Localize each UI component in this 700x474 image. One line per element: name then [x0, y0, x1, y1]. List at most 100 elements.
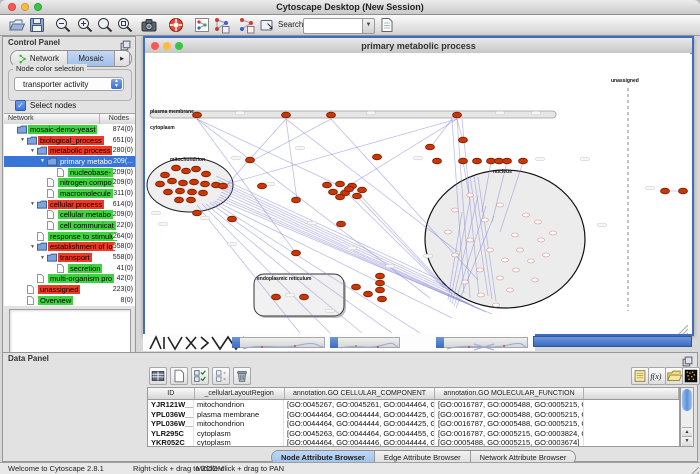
new-attribute-icon[interactable] [170, 367, 188, 385]
zoom-out-icon[interactable] [54, 16, 72, 34]
import-file-icon[interactable] [378, 16, 396, 34]
network-node[interactable] [292, 197, 301, 203]
network-node[interactable] [201, 181, 210, 187]
tab-overflow-arrow[interactable]: ▶ [115, 51, 130, 66]
network-node[interactable] [258, 183, 267, 189]
network-node[interactable] [187, 197, 196, 203]
scrollbar-thumb[interactable] [682, 389, 692, 411]
table-row-YLR295C[interactable]: YLR295Ccytoplasm[GO:0045263, GO:0044464,… [148, 429, 679, 439]
network-node[interactable] [199, 190, 208, 196]
tree-row-primary-metabo[interactable]: ▼primary metabo209(... [4, 156, 135, 167]
unselect-attributes-icon[interactable] [212, 367, 230, 385]
tree-row-overview[interactable]: Overview8(0) [4, 295, 135, 306]
scroll-down-icon[interactable]: ▼ [682, 436, 692, 446]
tree-row-mosaic-demo-yeast[interactable]: mosaic-demo-yeast874(0) [4, 124, 135, 135]
network-node[interactable] [519, 158, 528, 164]
table-scrollbar[interactable]: ▲ ▼ [680, 387, 694, 447]
network-node[interactable] [378, 296, 387, 302]
network-node[interactable] [353, 193, 362, 199]
network-node[interactable] [219, 183, 228, 189]
network-window-titlebar[interactable]: primary metabolic process [145, 38, 692, 54]
zoom-fit-icon[interactable] [96, 16, 114, 34]
network-node[interactable] [179, 180, 188, 186]
network-node[interactable] [246, 157, 255, 163]
column-header-2[interactable]: annotation.GO CELLULAR_COMPONENT [285, 388, 436, 399]
select-attributes-icon[interactable] [191, 367, 209, 385]
tree-row-response-to-stimulu[interactable]: response to stimulu264(0) [4, 231, 135, 242]
tree-row-metabolic-process[interactable]: ▼metabolic process280(0) [4, 145, 135, 156]
select-nodes-checkbox[interactable]: ✓ [15, 100, 26, 111]
tree-row-nucleobase-[interactable]: nucleobase-209(0) [4, 167, 135, 178]
attribute-table-icon[interactable] [149, 367, 167, 385]
network-node[interactable] [175, 197, 184, 203]
network-node[interactable] [164, 189, 173, 195]
help-ring-icon[interactable] [167, 16, 185, 34]
disclosure-triangle-icon[interactable]: ▼ [40, 255, 47, 261]
tree-header-network[interactable]: Network [8, 115, 34, 122]
disclosure-triangle-icon[interactable]: ▼ [30, 148, 37, 154]
network-node[interactable] [282, 112, 291, 118]
network-node[interactable] [190, 179, 199, 185]
network-node[interactable] [292, 250, 301, 256]
camera-icon[interactable] [140, 16, 158, 34]
column-header-3[interactable]: annotation.GO MOLECULAR_FUNCTION [435, 388, 584, 399]
network-node[interactable] [337, 221, 346, 227]
app-titlebar[interactable]: Cytoscape Desktop (New Session) [0, 0, 700, 15]
vizmapper-edge-icon[interactable] [238, 16, 256, 34]
network-canvas[interactable]: plasma membrane cytoplasm mitochondrion … [145, 53, 690, 334]
column-header-1[interactable]: _cellularLayoutRegion [195, 388, 285, 399]
background-window[interactable] [232, 337, 325, 348]
background-window[interactable] [330, 337, 400, 348]
table-row-YKR052C[interactable]: YKR052Ccytoplasm[GO:0044464, GO:0044446,… [148, 438, 679, 447]
network-node[interactable] [272, 294, 281, 300]
network-node[interactable] [345, 186, 354, 192]
network-node[interactable] [176, 188, 185, 194]
tree-row-macromolecule[interactable]: macromolecule311(0) [4, 188, 135, 199]
network-node[interactable] [323, 182, 332, 188]
network-node[interactable] [376, 280, 385, 286]
function-builder-icon[interactable]: f(x) [648, 367, 666, 385]
network-node[interactable] [168, 178, 177, 184]
network-node[interactable] [228, 216, 237, 222]
tree-row-nitrogen-compo[interactable]: nitrogen compo209(0) [4, 177, 135, 188]
network-node[interactable] [433, 158, 442, 164]
network-node[interactable] [679, 188, 688, 194]
tree-row-cell-communicat[interactable]: cell communicat22(0) [4, 220, 135, 231]
disclosure-triangle-icon[interactable]: ▼ [40, 158, 47, 164]
open-folder-icon[interactable] [8, 16, 26, 34]
tree-row-unassigned[interactable]: unassigned223(0) [4, 284, 135, 295]
tree-row-establishment-of-lo[interactable]: ▼establishment of lo558(0) [4, 242, 135, 253]
network-node[interactable] [193, 210, 202, 216]
network-node[interactable] [172, 165, 181, 171]
table-row-YJR121W__1[interactable]: YJR121W__1mitochondrion[GO:0045267, GO:0… [148, 400, 679, 410]
network-node[interactable] [376, 287, 385, 293]
node-color-dropdown[interactable]: transporter activity ▲▼ [14, 77, 124, 91]
network-node[interactable] [192, 166, 201, 172]
network-node[interactable] [376, 273, 385, 279]
attribute-table-header[interactable]: ID_cellularLayoutRegionannotation.GO CEL… [148, 388, 679, 400]
float-panel-icon[interactable] [682, 354, 693, 365]
disclosure-triangle-icon[interactable]: ▼ [30, 201, 37, 207]
network-node[interactable] [188, 189, 197, 195]
tree-row-multi-organism-pro[interactable]: multi-organism pro42(0) [4, 274, 135, 285]
tree-header-nodes[interactable]: Nodes [109, 115, 129, 122]
network-node[interactable] [182, 168, 191, 174]
network-node[interactable] [202, 171, 211, 177]
network-node[interactable] [453, 112, 462, 118]
search-dropdown-icon[interactable]: ▼ [362, 18, 375, 34]
network-node[interactable] [661, 188, 670, 194]
notes-icon[interactable] [631, 367, 649, 385]
network-node[interactable] [329, 189, 338, 195]
delete-attribute-icon[interactable] [233, 367, 251, 385]
network-node[interactable] [459, 137, 468, 143]
table-row-YPL036W__2[interactable]: YPL036W__2plasma membrane[GO:0044464, GO… [148, 410, 679, 420]
network-node[interactable] [336, 181, 345, 187]
network-node[interactable] [327, 112, 336, 118]
float-panel-icon[interactable] [120, 38, 131, 49]
network-node[interactable] [300, 294, 309, 300]
matrix-icon[interactable] [682, 367, 700, 385]
overview-network-icon[interactable] [193, 16, 211, 34]
disclosure-triangle-icon[interactable]: ▼ [20, 137, 27, 143]
network-node[interactable] [352, 284, 361, 290]
zoom-in-icon[interactable] [76, 16, 94, 34]
